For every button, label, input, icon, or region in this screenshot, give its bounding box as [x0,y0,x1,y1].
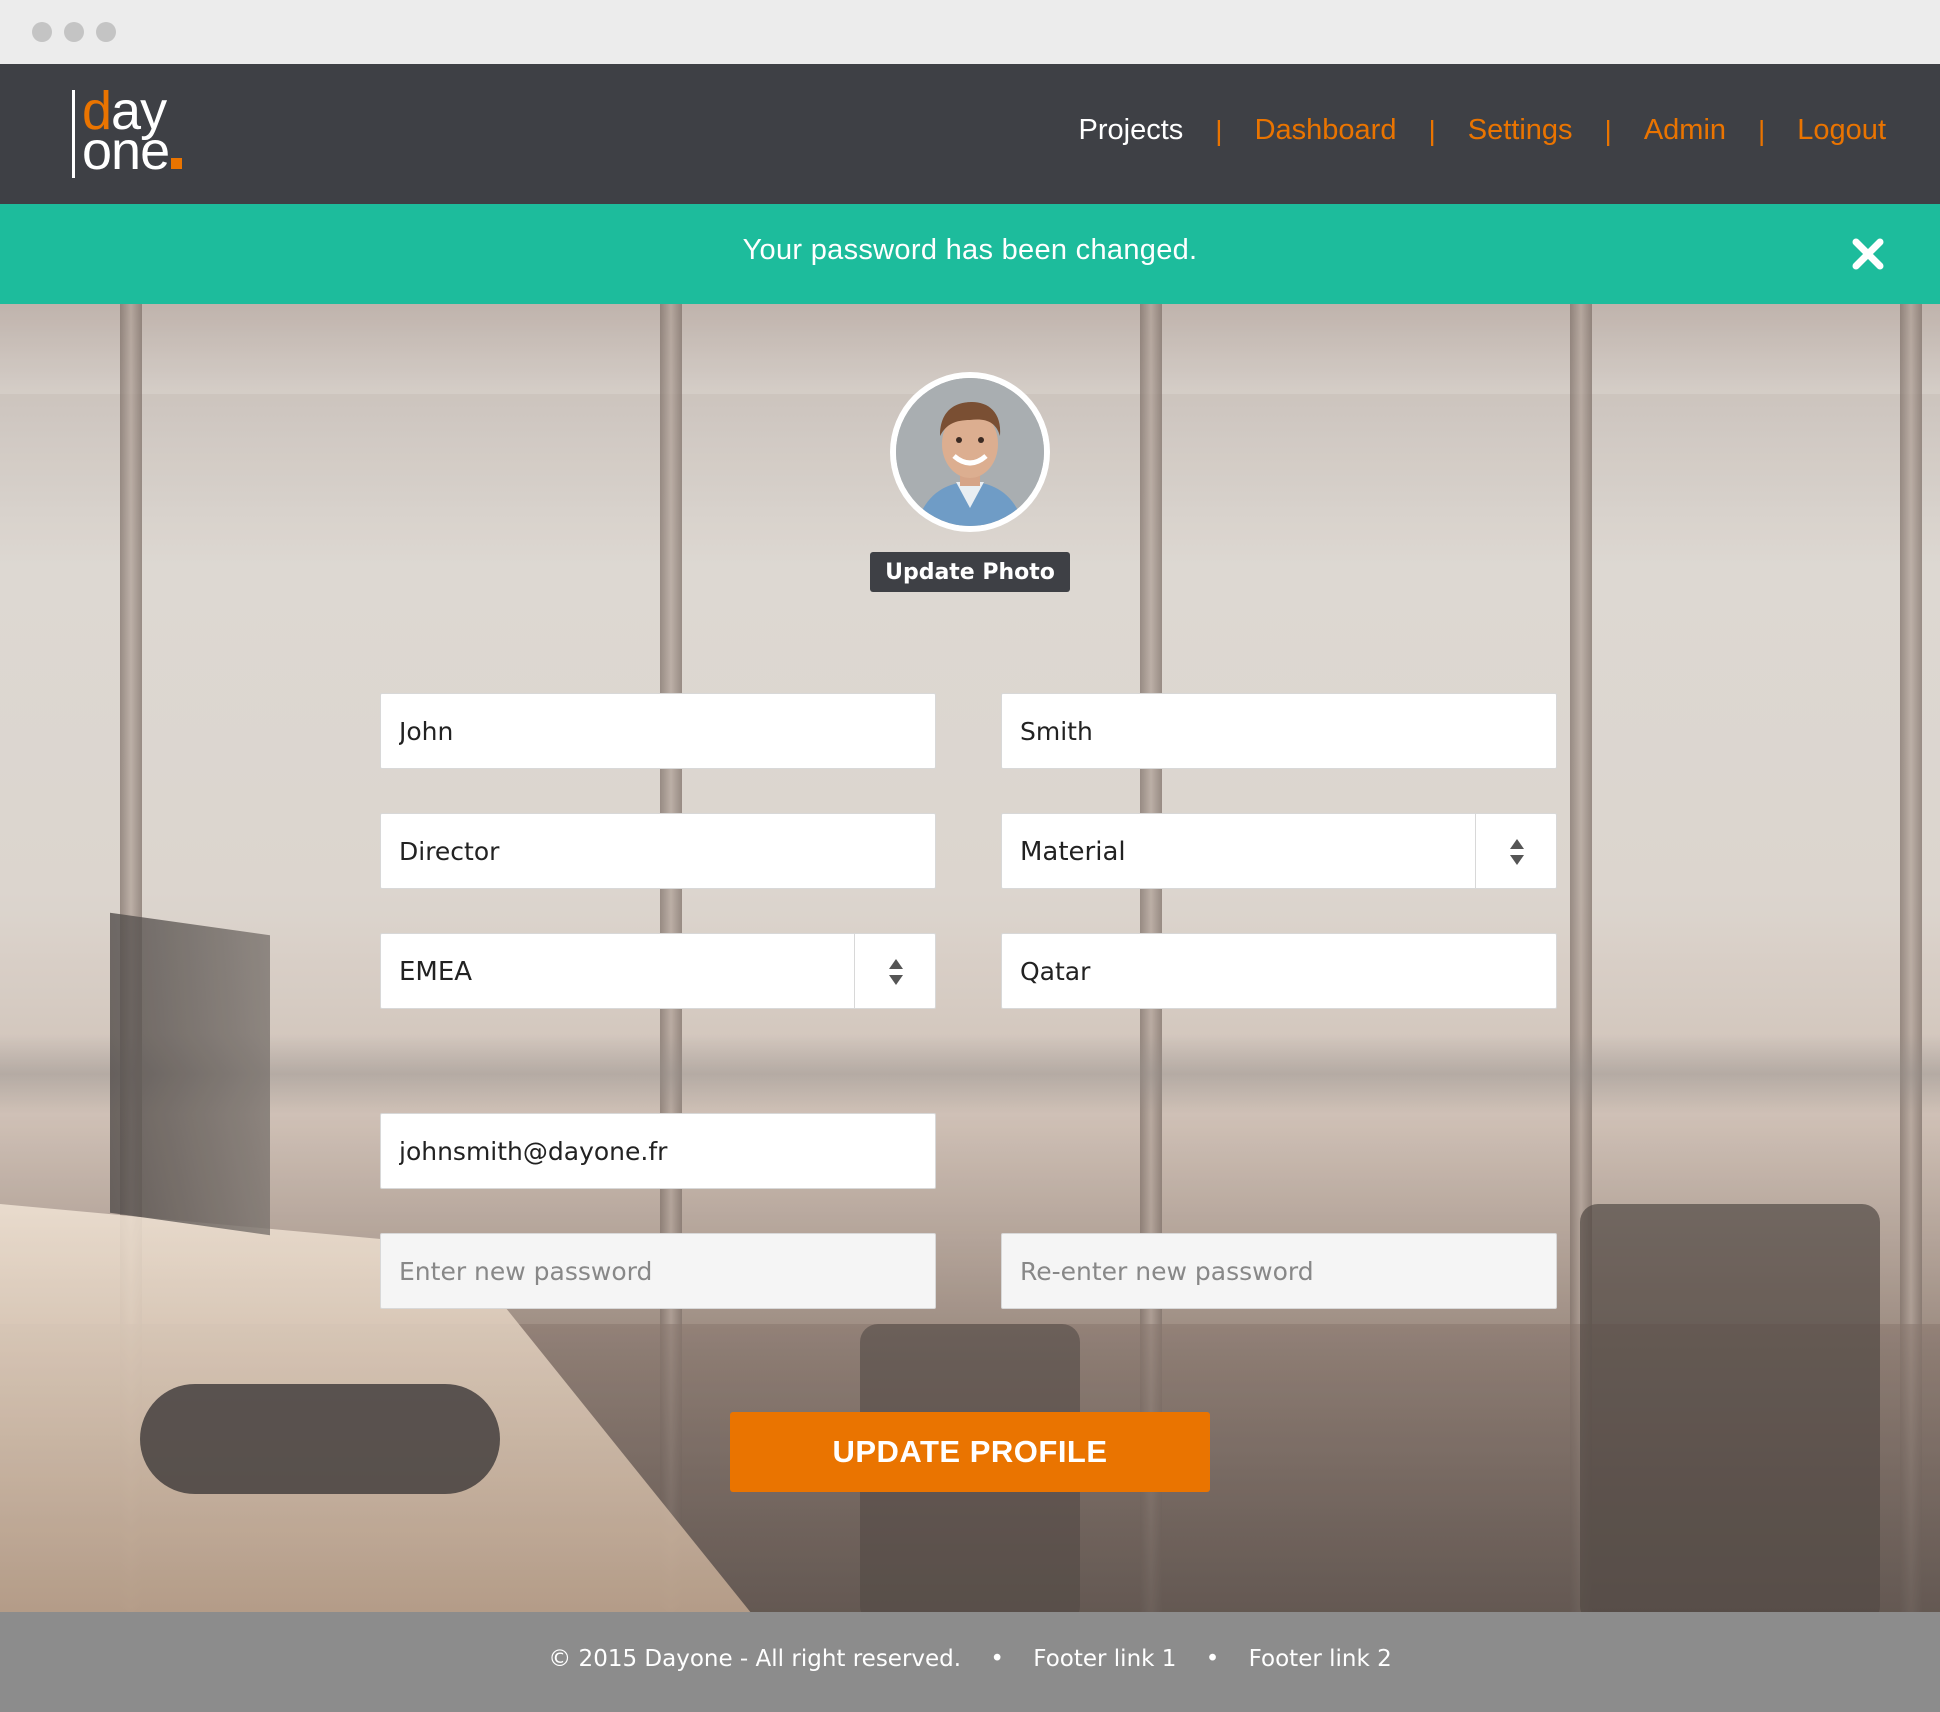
first-name-field[interactable] [380,693,936,769]
last-name-field[interactable] [1001,693,1557,769]
job-title-input[interactable] [381,814,935,888]
window-dot-close[interactable] [32,22,52,42]
close-icon[interactable] [1848,234,1888,274]
footer-link-1[interactable]: Footer link 1 [1033,1646,1176,1672]
main-nav: Projects | Dashboard | Settings | Admin … [1079,114,1886,147]
footer-bullet: • [990,1646,1004,1672]
new-password-field[interactable] [380,1233,936,1309]
success-alert: Your password has been changed. [0,204,1940,304]
footer-bullet: • [1205,1646,1220,1672]
nav-separator: | [1604,114,1612,146]
nav-separator: | [1215,114,1223,146]
nav-projects[interactable]: Projects [1079,114,1184,147]
profile-avatar [890,372,1050,532]
new-password-input[interactable] [381,1234,935,1308]
department-select[interactable]: Material [1001,813,1557,889]
nav-logout[interactable]: Logout [1797,114,1886,147]
logo-dot [171,158,183,169]
footer-link-2[interactable]: Footer link 2 [1249,1646,1392,1672]
confirm-password-input[interactable] [1002,1234,1556,1308]
confirm-password-field[interactable] [1001,1233,1557,1309]
nav-separator: | [1428,114,1436,146]
department-value: Material [1020,837,1126,867]
nav-dashboard[interactable]: Dashboard [1255,114,1397,147]
browser-chrome [0,0,1940,64]
dayone-logo[interactable]: day one [72,84,212,184]
email-field[interactable] [380,1113,936,1189]
email-input[interactable] [381,1114,935,1188]
update-photo-button[interactable]: Update Photo [870,552,1070,592]
job-title-field[interactable] [380,813,936,889]
window-dot-maximize[interactable] [96,22,116,42]
nav-settings[interactable]: Settings [1468,114,1573,147]
window-dot-minimize[interactable] [64,22,84,42]
footer-copyright: © 2015 Dayone - All right reserved. [548,1646,962,1672]
nav-admin[interactable]: Admin [1644,114,1726,147]
footer-row: © 2015 Dayone - All right reserved. • Fo… [0,1646,1940,1672]
region-select[interactable]: EMEA [380,933,936,1009]
logo-bar [72,90,75,178]
alert-message: Your password has been changed. [742,234,1198,266]
logo-word-one: one [82,124,183,178]
country-field[interactable] [1001,933,1557,1009]
site-header: day one Projects | Dashboard | Settings … [0,64,1940,204]
last-name-input[interactable] [1002,694,1556,768]
update-profile-button[interactable]: UPDATE PROFILE [730,1412,1210,1492]
site-footer: © 2015 Dayone - All right reserved. • Fo… [0,1612,1940,1712]
select-arrows-icon [889,959,903,985]
select-arrows-icon [1510,839,1524,865]
country-input[interactable] [1002,934,1556,1008]
region-value: EMEA [399,957,473,987]
first-name-input[interactable] [381,694,935,768]
nav-separator: | [1758,114,1766,146]
